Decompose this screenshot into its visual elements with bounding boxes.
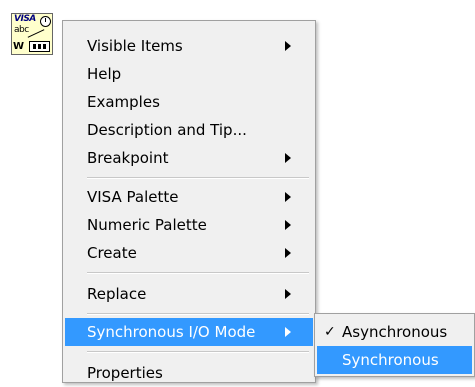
menu-item-label: Description and Tip... bbox=[87, 121, 247, 139]
menu-item-numeric-palette[interactable]: Numeric Palette bbox=[65, 211, 313, 239]
io-port-icon bbox=[29, 41, 50, 52]
submenu-arrow-icon bbox=[285, 327, 291, 337]
menu-item-label: Help bbox=[87, 65, 122, 83]
abc-label: abc bbox=[14, 25, 29, 35]
synchronous-io-submenu: ✓ Asynchronous Synchronous bbox=[314, 313, 475, 377]
context-menu: Visible Items Help Examples Description … bbox=[62, 20, 316, 383]
menu-item-label: VISA Palette bbox=[87, 188, 179, 206]
submenu-arrow-icon bbox=[285, 248, 291, 258]
submenu-arrow-icon bbox=[285, 153, 291, 163]
menu-item-label: Numeric Palette bbox=[87, 216, 207, 234]
menu-separator bbox=[87, 313, 309, 315]
menu-separator bbox=[87, 351, 309, 353]
submenu-arrow-icon bbox=[285, 220, 291, 230]
submenu-item-label: Synchronous bbox=[342, 351, 439, 369]
submenu-arrow-icon bbox=[285, 41, 291, 51]
menu-item-label: Create bbox=[87, 244, 137, 262]
menu-item-synchronous-io-mode[interactable]: Synchronous I/O Mode bbox=[65, 318, 313, 346]
submenu-arrow-icon bbox=[285, 192, 291, 202]
submenu-item-asynchronous[interactable]: ✓ Asynchronous bbox=[317, 318, 472, 346]
menu-item-label: Properties bbox=[87, 364, 163, 382]
submenu-item-synchronous[interactable]: Synchronous bbox=[317, 346, 472, 374]
menu-item-label: Replace bbox=[87, 285, 147, 303]
menu-item-create[interactable]: Create bbox=[65, 239, 313, 267]
menu-item-description-and-tip[interactable]: Description and Tip... bbox=[65, 116, 313, 144]
submenu-item-label: Asynchronous bbox=[342, 323, 448, 341]
menu-item-replace[interactable]: Replace bbox=[65, 280, 313, 308]
menu-separator bbox=[87, 272, 309, 274]
menu-item-label: Visible Items bbox=[87, 37, 183, 55]
menu-item-breakpoint[interactable]: Breakpoint bbox=[65, 144, 313, 172]
visa-node-icon[interactable]: VISA abc W bbox=[11, 13, 53, 55]
submenu-arrow-icon bbox=[285, 289, 291, 299]
menu-item-label: Examples bbox=[87, 93, 160, 111]
menu-item-visible-items[interactable]: Visible Items bbox=[65, 32, 313, 60]
menu-item-label: Synchronous I/O Mode bbox=[87, 323, 256, 341]
arrow-icon bbox=[27, 29, 45, 38]
clock-icon bbox=[40, 16, 51, 27]
write-label: W bbox=[13, 41, 25, 52]
menu-item-label: Breakpoint bbox=[87, 149, 169, 167]
menu-item-examples[interactable]: Examples bbox=[65, 88, 313, 116]
menu-item-help[interactable]: Help bbox=[65, 60, 313, 88]
visa-label: VISA bbox=[14, 14, 36, 24]
menu-separator bbox=[87, 177, 309, 179]
menu-item-visa-palette[interactable]: VISA Palette bbox=[65, 183, 313, 211]
checkmark-icon: ✓ bbox=[324, 324, 336, 340]
